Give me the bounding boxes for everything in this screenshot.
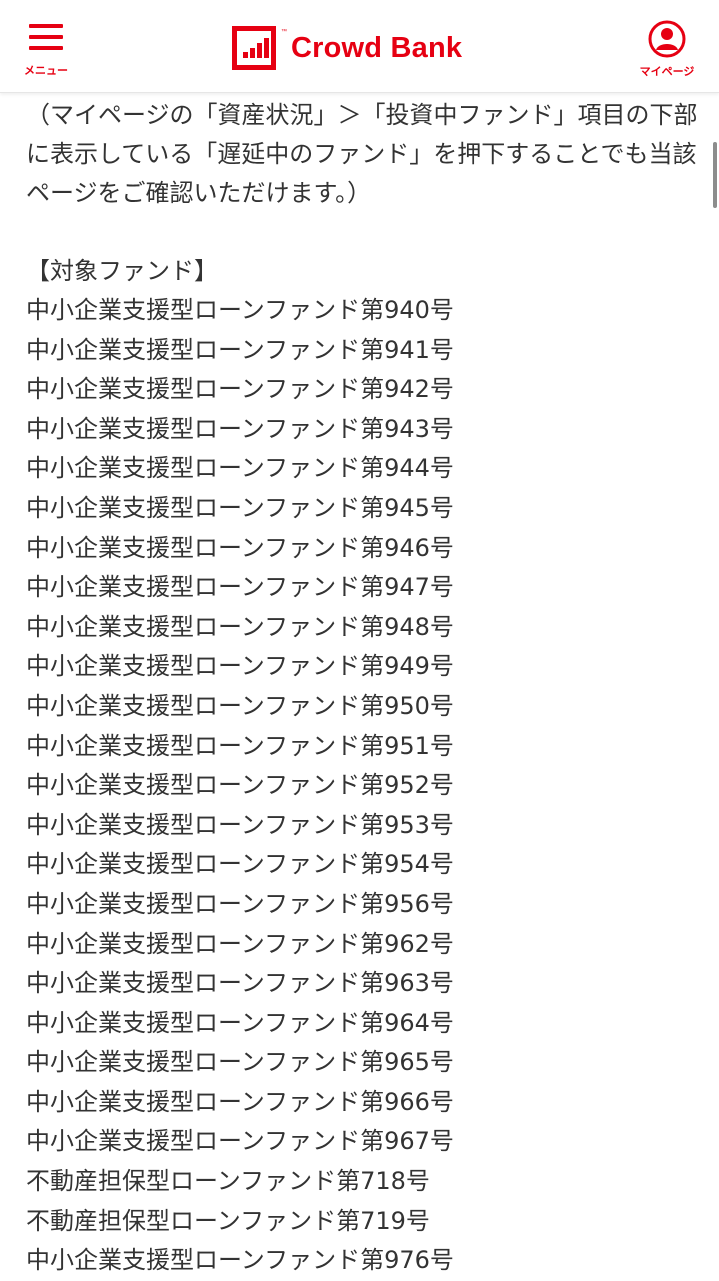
hamburger-icon <box>29 24 63 50</box>
fund-list-item: 中小企業支援型ローンファンド第945号 <box>26 493 454 522</box>
fund-list-item: 中小企業支援型ローンファンド第944号 <box>26 454 454 483</box>
main-content: （マイページの「資産状況」＞「投資中ファンド」項目の下部に表示している「遅延中の… <box>26 96 706 1281</box>
fund-list-item: 中小企業支援型ローンファンド第954号 <box>26 850 454 879</box>
app-header: メニュー ™ Crowd Bank マイページ <box>0 0 719 93</box>
fund-list-item: 中小企業支援型ローンファンド第965号 <box>26 1048 454 1077</box>
fund-list-item: 中小企業支援型ローンファンド第956号 <box>26 889 454 918</box>
fund-list-item: 中小企業支援型ローンファンド第951号 <box>26 731 454 760</box>
fund-list-item: 中小企業支援型ローンファンド第948号 <box>26 612 454 641</box>
fund-list: 中小企業支援型ローンファンド第940号 中小企業支援型ローンファンド第941号 … <box>26 291 706 1281</box>
fund-list-item: 中小企業支援型ローンファンド第943号 <box>26 414 454 443</box>
mypage-label: マイページ <box>639 66 695 78</box>
fund-list-item: 中小企業支援型ローンファンド第962号 <box>26 929 454 958</box>
logo-text: Crowd Bank <box>291 31 463 64</box>
crowd-bank-logo[interactable]: ™ Crowd Bank <box>232 24 462 72</box>
scrollbar[interactable] <box>713 142 717 208</box>
mypage-button[interactable]: マイページ <box>630 20 704 82</box>
user-icon <box>648 20 686 58</box>
fund-list-item: 中小企業支援型ローンファンド第963号 <box>26 969 454 998</box>
fund-list-item: 中小企業支援型ローンファンド第946号 <box>26 533 454 562</box>
fund-list-item: 中小企業支援型ローンファンド第964号 <box>26 1008 454 1037</box>
menu-button[interactable]: メニュー <box>16 20 76 82</box>
fund-list-item: 不動産担保型ローンファンド第719号 <box>26 1206 430 1235</box>
intro-text: （マイページの「資産状況」＞「投資中ファンド」項目の下部に表示している「遅延中の… <box>26 101 698 207</box>
fund-list-item: 中小企業支援型ローンファンド第976号 <box>26 1246 454 1275</box>
fund-list-item: 中小企業支援型ローンファンド第967号 <box>26 1127 454 1156</box>
logo-mark-icon: ™ <box>232 26 287 70</box>
fund-list-item: 中小企業支援型ローンファンド第966号 <box>26 1087 454 1116</box>
fund-list-item: 不動産担保型ローンファンド第718号 <box>26 1167 430 1196</box>
fund-list-item: 中小企業支援型ローンファンド第941号 <box>26 335 454 364</box>
fund-list-item: 中小企業支援型ローンファンド第950号 <box>26 691 454 720</box>
menu-label: メニュー <box>24 65 68 77</box>
fund-list-item: 中小企業支援型ローンファンド第953号 <box>26 810 454 839</box>
logo-trademark: ™ <box>281 29 287 35</box>
fund-list-item: 中小企業支援型ローンファンド第942号 <box>26 375 454 404</box>
fund-list-item: 中小企業支援型ローンファンド第949号 <box>26 652 454 681</box>
fund-list-item: 中小企業支援型ローンファンド第940号 <box>26 296 454 324</box>
fund-list-item: 中小企業支援型ローンファンド第947号 <box>26 573 454 602</box>
section-title: 【対象ファンド】 <box>26 257 218 285</box>
fund-list-item: 中小企業支援型ローンファンド第952号 <box>26 771 454 800</box>
